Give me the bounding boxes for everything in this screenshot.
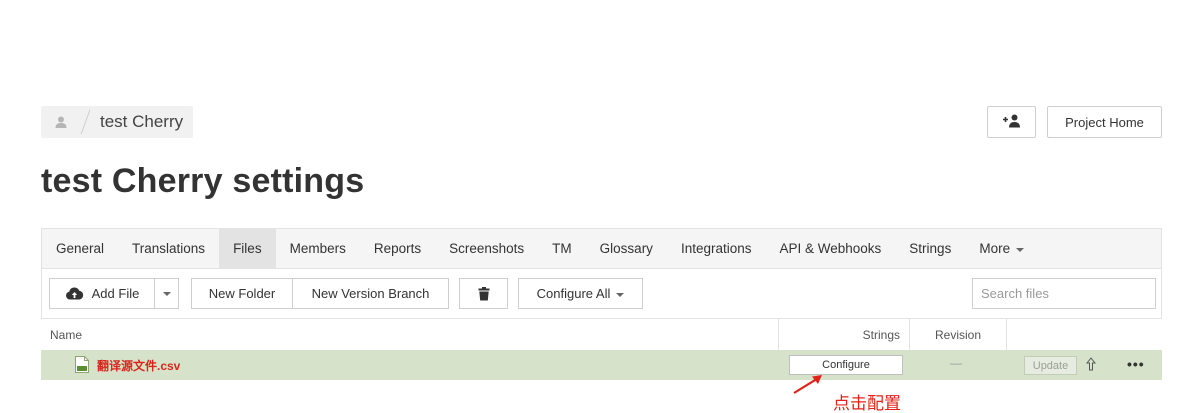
cloud-upload-icon: [65, 287, 84, 300]
search-files-input[interactable]: [972, 278, 1156, 309]
tab-screenshots[interactable]: Screenshots: [435, 229, 538, 268]
add-file-button[interactable]: Add File: [49, 278, 155, 309]
trash-icon: [478, 286, 490, 301]
tab-general[interactable]: General: [42, 229, 118, 268]
new-folder-button[interactable]: New Folder: [191, 278, 293, 309]
add-file-dropdown-button[interactable]: [154, 278, 179, 309]
tab-tm[interactable]: TM: [538, 229, 586, 268]
tab-more-label: More: [979, 241, 1011, 256]
breadcrumb-separator: [80, 109, 91, 135]
files-toolbar: Add File New Folder New Version Branch C…: [41, 269, 1162, 318]
new-version-branch-button[interactable]: New Version Branch: [292, 278, 449, 309]
add-file-label: Add File: [91, 286, 140, 301]
annotation-text: 点击配置: [833, 394, 901, 413]
tab-files[interactable]: Files: [219, 229, 276, 268]
caret-down-icon: [616, 292, 625, 297]
files-table-header: Name Strings Revision: [41, 318, 1162, 350]
csv-file-icon: [75, 356, 89, 376]
configure-all-button[interactable]: Configure All: [518, 278, 643, 309]
update-button[interactable]: Update: [1024, 356, 1077, 375]
caret-down-icon: [162, 291, 171, 296]
revision-value: —: [950, 356, 962, 370]
breadcrumb: test Cherry: [41, 106, 194, 138]
more-options-icon[interactable]: •••: [1127, 356, 1145, 372]
project-home-button[interactable]: Project Home: [1047, 106, 1162, 138]
delete-button[interactable]: [459, 278, 508, 309]
upload-arrow-icon[interactable]: [1085, 357, 1097, 374]
file-name[interactable]: 翻译源文件.csv: [97, 357, 180, 374]
tab-members[interactable]: Members: [276, 229, 360, 268]
column-header-strings: Strings: [779, 319, 910, 350]
annotation-arrow-icon: [793, 375, 822, 394]
tab-translations[interactable]: Translations: [118, 229, 219, 268]
settings-tabs: General Translations Files Members Repor…: [41, 228, 1162, 269]
caret-down-icon: [1016, 247, 1025, 252]
tab-reports[interactable]: Reports: [360, 229, 435, 268]
table-row[interactable]: 翻译源文件.csv Configure — Update •••: [41, 350, 1162, 380]
tab-glossary[interactable]: Glossary: [586, 229, 667, 268]
user-avatar-icon[interactable]: [51, 112, 71, 132]
tab-more[interactable]: More: [965, 229, 1038, 268]
invite-member-button[interactable]: [987, 106, 1036, 138]
tab-api-webhooks[interactable]: API & Webhooks: [765, 229, 895, 268]
breadcrumb-project-name[interactable]: test Cherry: [100, 112, 183, 132]
page-title: test Cherry settings: [41, 162, 365, 200]
column-header-name: Name: [41, 319, 779, 350]
column-header-revision: Revision: [910, 319, 1007, 350]
add-user-icon: [1002, 114, 1021, 131]
configure-all-label: Configure All: [536, 286, 611, 301]
tab-strings[interactable]: Strings: [895, 229, 965, 268]
tab-integrations[interactable]: Integrations: [667, 229, 766, 268]
